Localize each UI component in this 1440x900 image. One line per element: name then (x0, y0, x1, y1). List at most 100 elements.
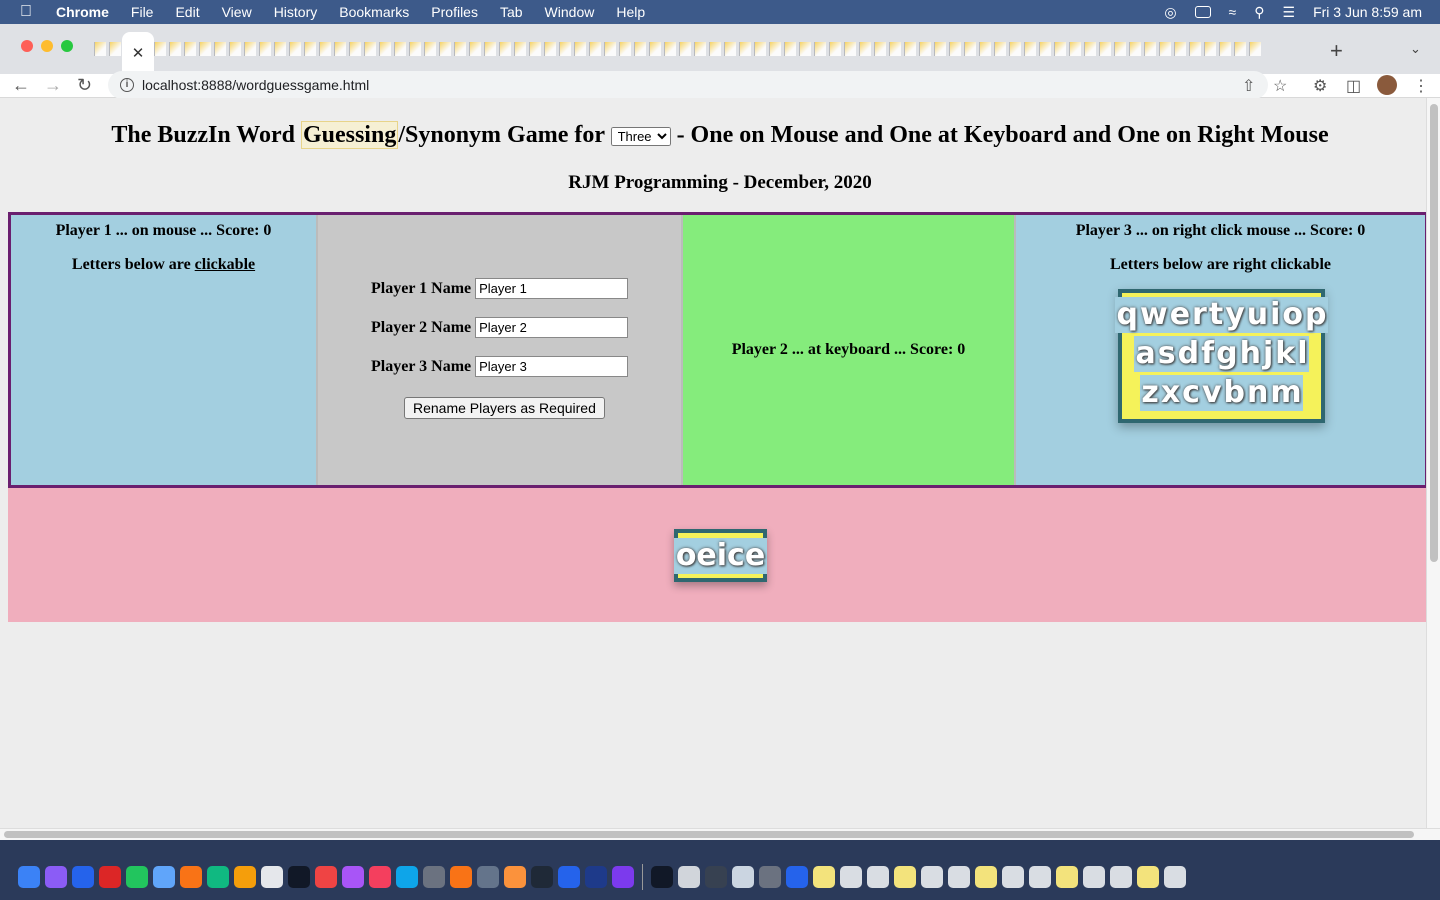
bookmark-star-icon[interactable]: ☆ (1273, 76, 1287, 96)
pinned-tab[interactable] (1084, 42, 1096, 56)
pinned-tab[interactable] (874, 42, 886, 56)
pinned-tab[interactable] (244, 42, 256, 56)
menu-window[interactable]: Window (545, 4, 595, 20)
dock-app-icon[interactable] (126, 866, 148, 888)
dock-app-icon[interactable] (504, 866, 526, 888)
close-window-button[interactable] (21, 40, 33, 52)
letter-key-m[interactable]: m (1269, 375, 1303, 411)
pinned-tab[interactable] (1204, 42, 1216, 56)
side-panel-icon[interactable]: ◫ (1346, 76, 1361, 96)
letter-key-q[interactable]: q (1115, 297, 1139, 333)
dock-app-icon[interactable] (558, 866, 580, 888)
dock-minimized-window[interactable] (1002, 866, 1024, 888)
pinned-tab[interactable] (289, 42, 301, 56)
pinned-tab[interactable] (259, 42, 271, 56)
pinned-tabs-strip[interactable] (94, 38, 1314, 60)
pinned-tab[interactable] (484, 42, 496, 56)
pinned-tab[interactable] (694, 42, 706, 56)
pinned-tab[interactable] (739, 42, 751, 56)
pinned-tab[interactable] (544, 42, 556, 56)
menu-view[interactable]: View (222, 4, 252, 20)
pinned-tab[interactable] (709, 42, 721, 56)
share-icon[interactable]: ⇧ (1242, 76, 1255, 96)
pinned-tab[interactable] (304, 42, 316, 56)
reload-icon[interactable]: ↻ (77, 75, 92, 96)
back-arrow-icon[interactable]: ← (12, 75, 30, 96)
dock-app-icon[interactable] (477, 866, 499, 888)
player-count-select[interactable]: Three (610, 126, 671, 146)
minimize-window-button[interactable] (41, 40, 53, 52)
dock-app-icon[interactable] (288, 866, 310, 888)
dock-app-icon[interactable] (234, 866, 256, 888)
dock-app-icon[interactable] (450, 866, 472, 888)
pinned-tab[interactable] (934, 42, 946, 56)
menu-help[interactable]: Help (616, 4, 645, 20)
pinned-tab[interactable] (559, 42, 571, 56)
vertical-scrollbar[interactable] (1426, 98, 1440, 828)
pinned-tab[interactable] (319, 42, 331, 56)
wifi-icon[interactable]: ≈ (1229, 4, 1237, 20)
clickable-link[interactable]: clickable (195, 256, 255, 273)
menu-history[interactable]: History (274, 4, 318, 20)
player3-name-input[interactable] (475, 356, 629, 377)
pinned-tab[interactable] (589, 42, 601, 56)
dock-app-icon[interactable] (369, 866, 391, 888)
zoom-window-button[interactable] (61, 40, 73, 52)
site-info-icon[interactable]: i (120, 78, 134, 92)
letter-key-a[interactable]: a (1134, 336, 1157, 372)
dock-app-icon[interactable] (207, 866, 229, 888)
letter-key-e[interactable]: e (1168, 297, 1192, 333)
letter-key-n[interactable]: n (1246, 375, 1270, 411)
letter-key-j[interactable]: j (1261, 336, 1275, 372)
dock-minimized-window[interactable] (1164, 866, 1186, 888)
profile-avatar[interactable] (1377, 75, 1397, 95)
pinned-tab[interactable] (844, 42, 856, 56)
pinned-tab[interactable] (1054, 42, 1066, 56)
pinned-tab[interactable] (454, 42, 466, 56)
dock-app-icon[interactable] (45, 866, 67, 888)
kebab-menu-icon[interactable]: ⋮ (1413, 76, 1429, 96)
pinned-tab[interactable] (439, 42, 451, 56)
dock-minimized-window[interactable] (1083, 866, 1105, 888)
dock-app-icon[interactable] (180, 866, 202, 888)
dock-minimized-window[interactable] (975, 866, 997, 888)
pinned-tab[interactable] (379, 42, 391, 56)
horizontal-scrollbar[interactable] (0, 828, 1440, 840)
pinned-tab[interactable] (214, 42, 226, 56)
pinned-tab[interactable] (979, 42, 991, 56)
pinned-tab[interactable] (604, 42, 616, 56)
menu-profiles[interactable]: Profiles (431, 4, 478, 20)
pinned-tab[interactable] (889, 42, 901, 56)
pinned-tab[interactable] (964, 42, 976, 56)
letter-key-i[interactable]: i (1269, 297, 1282, 333)
pinned-tab[interactable] (469, 42, 481, 56)
pinned-tab[interactable] (394, 42, 406, 56)
pinned-tab[interactable] (1249, 42, 1261, 56)
pinned-tab[interactable] (1144, 42, 1156, 56)
pinned-tab[interactable] (664, 42, 676, 56)
menu-file[interactable]: File (131, 4, 154, 20)
pinned-tab[interactable] (904, 42, 916, 56)
pinned-tab[interactable] (499, 42, 511, 56)
dock-app-icon[interactable] (72, 866, 94, 888)
battery-icon[interactable] (1194, 6, 1211, 18)
player1-panel[interactable]: Player 1 ... on mouse ... Score: 0 Lette… (11, 215, 318, 485)
dock-minimized-window[interactable] (1137, 866, 1159, 888)
pinned-tab[interactable] (529, 42, 541, 56)
pinned-tab[interactable] (1009, 42, 1021, 56)
dock-app-icon[interactable] (342, 866, 364, 888)
pinned-tab[interactable] (154, 42, 166, 56)
horizontal-scroll-thumb[interactable] (4, 831, 1414, 838)
pinned-tab[interactable] (1189, 42, 1201, 56)
player2-name-input[interactable] (475, 317, 629, 338)
letter-key-u[interactable]: u (1245, 297, 1270, 333)
pinned-tab[interactable] (1234, 42, 1246, 56)
letter-key-b[interactable]: b (1222, 375, 1247, 411)
pinned-tab[interactable] (1129, 42, 1141, 56)
url-text[interactable]: localhost:8888/wordguessgame.html (142, 77, 369, 93)
pinned-tab[interactable] (784, 42, 796, 56)
pinned-tab[interactable] (814, 42, 826, 56)
pinned-tab[interactable] (919, 42, 931, 56)
letter-key-h[interactable]: h (1238, 336, 1262, 372)
pinned-tab[interactable] (949, 42, 961, 56)
